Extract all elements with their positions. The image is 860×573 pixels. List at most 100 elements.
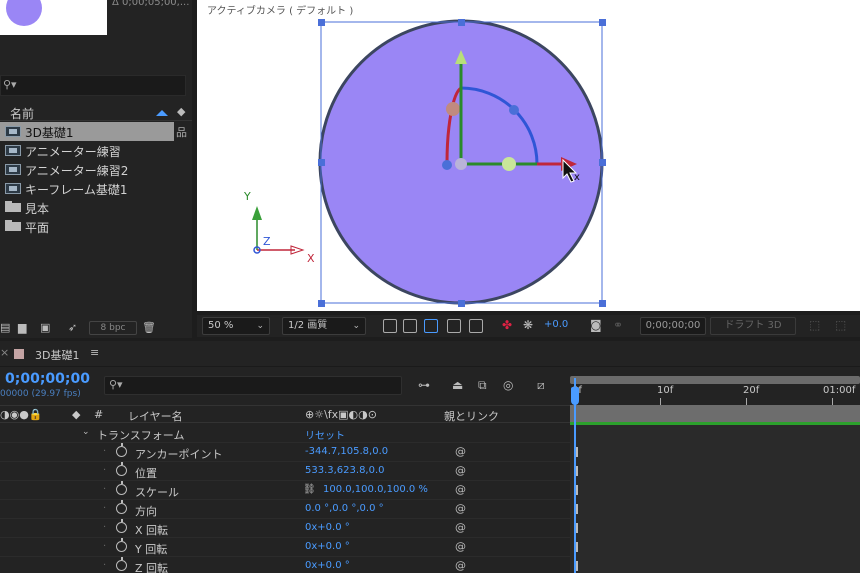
rotation-handle-3 bbox=[442, 160, 452, 170]
property-row[interactable]: · スケール ⛓ 100.0,100.0,100.0 % @ bbox=[0, 481, 570, 500]
stopwatch-icon[interactable] bbox=[116, 443, 127, 457]
stopwatch-icon[interactable] bbox=[116, 538, 127, 552]
project-item[interactable]: 3D基礎1 bbox=[0, 122, 174, 141]
3d-view-icon[interactable]: ⬚ bbox=[809, 318, 820, 332]
property-value[interactable]: 0.0 °,0.0 °,0.0 ° bbox=[305, 503, 384, 514]
property-row[interactable]: · X 回転 0x+0.0 ° @ bbox=[0, 519, 570, 538]
viewer-timecode[interactable]: 0;00;00;00 bbox=[640, 317, 706, 335]
work-area-bar[interactable] bbox=[570, 405, 860, 423]
playhead-handle[interactable] bbox=[571, 387, 579, 405]
transform-group-row[interactable]: ⌄ トランスフォーム リセット bbox=[0, 424, 570, 443]
pick-whip-icon[interactable]: @ bbox=[455, 483, 466, 496]
property-name: アンカーポイント bbox=[135, 448, 223, 461]
timeline-tab-title[interactable]: 3D基礎1 bbox=[35, 347, 79, 363]
property-value[interactable]: 0x+0.0 ° bbox=[305, 522, 350, 533]
stopwatch-icon[interactable] bbox=[116, 462, 127, 476]
chevron-down-icon: ⌄ bbox=[352, 321, 360, 331]
extended-viewer-icon[interactable]: ⬚ bbox=[835, 318, 846, 332]
world-z-label: Z bbox=[263, 235, 271, 248]
composition-flowchart-icon[interactable]: ⊶ bbox=[418, 378, 430, 392]
column-layer-name[interactable]: レイヤー名 bbox=[128, 408, 183, 424]
property-value[interactable]: -344.7,105.8,0.0 bbox=[305, 446, 388, 457]
flowchart-icon[interactable]: 品 bbox=[176, 124, 187, 140]
current-time[interactable]: 0;00;00;00 bbox=[5, 371, 90, 387]
row-bullet: · bbox=[103, 503, 107, 514]
reset-exposure-icon[interactable]: ❋ bbox=[523, 318, 533, 332]
property-value[interactable]: 100.0,100.0,100.0 % bbox=[323, 484, 428, 495]
ruler-tick-label: 20f bbox=[743, 385, 760, 396]
exposure-value[interactable]: +0.0 bbox=[544, 319, 568, 330]
draft-3d-toggle-icon[interactable]: ⏏ bbox=[452, 378, 463, 392]
layer-duration-bar[interactable] bbox=[570, 422, 860, 425]
transparency-grid-icon[interactable] bbox=[403, 319, 417, 333]
stopwatch-icon[interactable] bbox=[116, 481, 127, 495]
stopwatch-icon[interactable] bbox=[116, 519, 127, 533]
ruler-tick-label: 01:00f bbox=[823, 385, 856, 396]
color-channels-icon[interactable]: ✤ bbox=[502, 318, 512, 332]
row-bullet: · bbox=[103, 484, 107, 495]
draft-3d-button[interactable]: ドラフト 3D bbox=[710, 317, 796, 335]
composition-viewer[interactable]: アクティブカメラ ( デフォルト ) Y Z X x bbox=[197, 0, 860, 311]
label-column-icon[interactable]: ◆ bbox=[72, 408, 80, 421]
time-navigator-bar[interactable] bbox=[570, 376, 860, 384]
trash-icon[interactable]: 🗑 bbox=[142, 321, 156, 334]
pick-whip-icon[interactable]: @ bbox=[455, 559, 466, 572]
property-value[interactable]: 0x+0.0 ° bbox=[305, 560, 350, 571]
project-item[interactable]: 平面 bbox=[0, 217, 174, 236]
show-snapshot-icon[interactable]: ⚭ bbox=[613, 318, 623, 332]
mask-path-icon[interactable] bbox=[424, 319, 438, 333]
shy-layers-icon[interactable]: ⧉ bbox=[478, 378, 487, 393]
property-row[interactable]: · 位置 533.3,623.8,0.0 @ bbox=[0, 462, 570, 481]
fast-preview-icon[interactable] bbox=[383, 319, 397, 333]
pick-whip-icon[interactable]: @ bbox=[455, 521, 466, 534]
property-row[interactable]: · Z 回転 0x+0.0 ° @ bbox=[0, 557, 570, 573]
new-comp-icon[interactable]: ▣ bbox=[40, 321, 50, 334]
interpret-footage-icon[interactable]: ▤ bbox=[0, 321, 10, 334]
timeline-panel: × 3D基礎1 ≡ 0;00;00;00 00000 (29.97 fps) ⚲… bbox=[0, 341, 860, 573]
pick-whip-icon[interactable]: @ bbox=[455, 445, 466, 458]
constrain-proportions-icon[interactable]: ⛓ bbox=[303, 484, 316, 495]
resolution-dropdown[interactable]: 1/2 画質 ⌄ bbox=[282, 317, 366, 335]
property-row[interactable]: · 方向 0.0 °,0.0 °,0.0 ° @ bbox=[0, 500, 570, 519]
zoom-dropdown[interactable]: 50 % ⌄ bbox=[202, 317, 270, 335]
property-value[interactable]: 0x+0.0 ° bbox=[305, 541, 350, 552]
render-rocket-icon[interactable]: ➶ bbox=[68, 321, 77, 334]
stopwatch-icon[interactable] bbox=[116, 500, 127, 514]
bpc-button[interactable]: 8 bpc bbox=[89, 321, 137, 335]
stopwatch-icon[interactable] bbox=[116, 557, 127, 571]
project-item[interactable]: アニメーター練習2 bbox=[0, 160, 174, 179]
pick-whip-icon[interactable]: @ bbox=[455, 464, 466, 477]
graph-editor-icon[interactable]: ⧄ bbox=[537, 378, 545, 393]
region-of-interest-icon[interactable] bbox=[447, 319, 461, 333]
project-item[interactable]: アニメーター練習 bbox=[0, 141, 174, 160]
active-camera-label: アクティブカメラ ( デフォルト ) bbox=[207, 6, 354, 17]
pick-whip-icon[interactable]: @ bbox=[455, 540, 466, 553]
project-search-input[interactable]: ⚲▾ bbox=[0, 75, 186, 96]
project-item[interactable]: キーフレーム基礎1 bbox=[0, 179, 174, 198]
snapshot-camera-icon[interactable]: ◙ bbox=[590, 318, 602, 332]
playhead-line[interactable] bbox=[574, 378, 576, 573]
panel-menu-icon[interactable]: ≡ bbox=[90, 346, 99, 359]
column-name[interactable]: 名前 bbox=[10, 105, 34, 122]
property-row[interactable]: · アンカーポイント -344.7,105.8,0.0 @ bbox=[0, 443, 570, 462]
timeline-search-input[interactable]: ⚲▾ bbox=[104, 376, 402, 395]
new-folder-icon[interactable]: ▆ bbox=[18, 321, 26, 334]
property-row[interactable]: · Y 回転 0x+0.0 ° @ bbox=[0, 538, 570, 557]
column-parent-link[interactable]: 親とリンク bbox=[444, 408, 499, 424]
row-bullet: · bbox=[103, 522, 107, 533]
project-panel: Δ 0;00;05;00,... ⚲▾ 名前 ◆ 3D基礎1 アニメーター練習 アニ… bbox=[0, 0, 192, 338]
property-time-marker bbox=[576, 485, 578, 495]
twirl-down-icon[interactable]: ⌄ bbox=[82, 427, 90, 437]
track-area[interactable] bbox=[570, 423, 860, 573]
label-tag-icon[interactable]: ◆ bbox=[177, 105, 185, 118]
property-value[interactable]: 533.3,623.8,0.0 bbox=[305, 465, 385, 476]
close-icon[interactable]: × bbox=[0, 346, 9, 359]
project-item[interactable]: 見本 bbox=[0, 198, 174, 217]
world-y-arrow bbox=[252, 206, 262, 220]
reset-link[interactable]: リセット bbox=[305, 427, 345, 442]
sort-ascending-icon[interactable] bbox=[156, 110, 168, 116]
pick-whip-icon[interactable]: @ bbox=[455, 502, 466, 515]
time-ruler[interactable]: 0f 10f 20f 01:00f bbox=[570, 376, 860, 406]
frame-blending-icon[interactable]: ◎ bbox=[503, 378, 513, 392]
guides-grid-icon[interactable] bbox=[469, 319, 483, 333]
